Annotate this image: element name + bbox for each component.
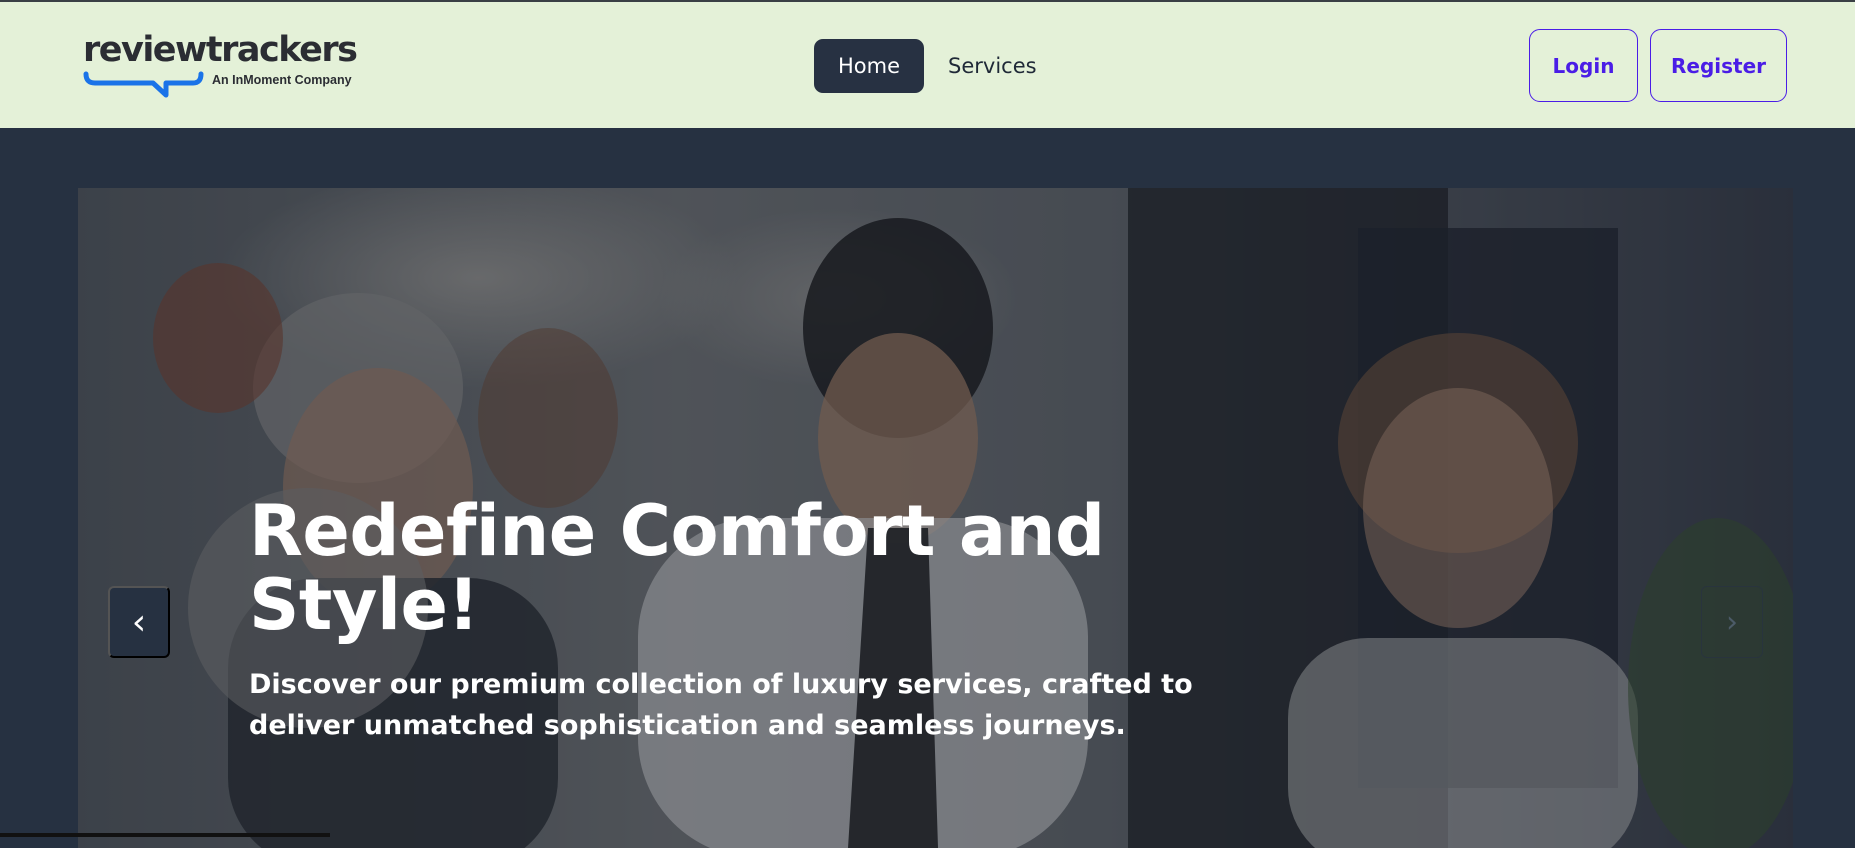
hero-carousel: Redefine Comfort and Style! Discover our… (78, 188, 1793, 848)
chevron-left-icon: ‹ (131, 601, 147, 643)
speech-bubble-icon (83, 71, 204, 98)
site-header: reviewtrackers An InMoment Company Home … (0, 2, 1855, 128)
carousel-next-button[interactable]: › (1701, 586, 1763, 658)
hero-description: Discover our premium collection of luxur… (249, 669, 1193, 741)
brand-tagline: An InMoment Company (212, 73, 352, 87)
bottom-edge (0, 833, 330, 837)
hero-title: Redefine Comfort and Style! (249, 490, 1105, 646)
carousel-prev-button[interactable]: ‹ (108, 586, 170, 658)
brand-name: reviewtrackers (83, 30, 358, 70)
login-button[interactable]: Login (1529, 29, 1638, 102)
chevron-right-icon: › (1726, 604, 1738, 640)
register-button[interactable]: Register (1650, 29, 1787, 102)
main-nav: Home Services (814, 39, 1061, 93)
nav-home[interactable]: Home (814, 39, 925, 93)
nav-services[interactable]: Services (924, 39, 1061, 93)
brand-logo[interactable]: reviewtrackers An InMoment Company (83, 30, 363, 105)
hero-content: Redefine Comfort and Style! Discover our… (249, 494, 1249, 746)
